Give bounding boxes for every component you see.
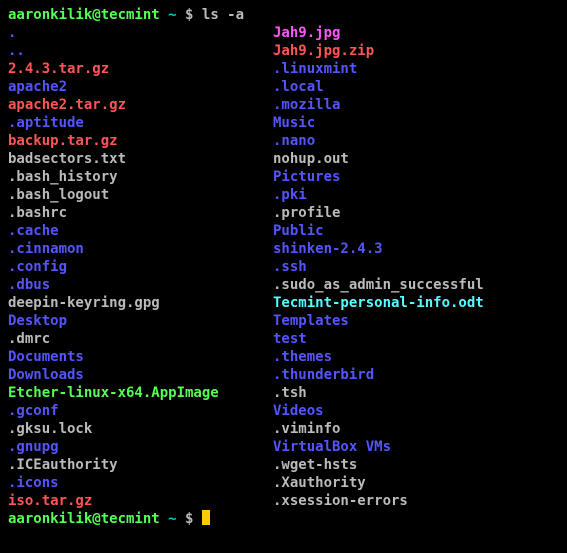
file-entry: .xsession-errors: [273, 492, 408, 510]
file-entry: .viminfo: [273, 420, 340, 438]
file-entry: Templates: [273, 312, 349, 330]
file-entry: test: [273, 330, 307, 348]
ls-row: .bash_logout.pki: [8, 186, 559, 204]
file-entry: Tecmint-personal-info.odt: [273, 294, 484, 312]
file-entry: .profile: [273, 204, 340, 222]
file-entry: Desktop: [8, 312, 273, 330]
ls-row: apache2.local: [8, 78, 559, 96]
ls-row: .gksu.lock.viminfo: [8, 420, 559, 438]
file-entry: .tsh: [273, 384, 307, 402]
file-entry: Pictures: [273, 168, 340, 186]
file-entry: .bashrc: [8, 204, 273, 222]
ls-row: .dbus.sudo_as_admin_successful: [8, 276, 559, 294]
file-entry: .gnupg: [8, 438, 273, 456]
file-entry: .: [8, 24, 273, 42]
terminal[interactable]: aaronkilik@tecmint ~ $ ls -a .Jah9.jpg..…: [0, 0, 567, 534]
command-text: ls -a: [202, 6, 244, 24]
file-entry: Public: [273, 222, 324, 240]
prompt-dollar: $: [177, 510, 202, 528]
file-entry: Music: [273, 114, 315, 132]
file-entry: apache2: [8, 78, 273, 96]
file-entry: Jah9.jpg.zip: [273, 42, 374, 60]
ls-row: .bashrc.profile: [8, 204, 559, 222]
file-entry: ..: [8, 42, 273, 60]
file-entry: .themes: [273, 348, 332, 366]
ls-row: .gconfVideos: [8, 402, 559, 420]
ls-row: iso.tar.gz.xsession-errors: [8, 492, 559, 510]
ls-row: DesktopTemplates: [8, 312, 559, 330]
ls-row: Downloads.thunderbird: [8, 366, 559, 384]
ls-row: .icons.Xauthority: [8, 474, 559, 492]
file-entry: .sudo_as_admin_successful: [273, 276, 484, 294]
file-entry: .ICEauthority: [8, 456, 273, 474]
file-entry: .mozilla: [273, 96, 340, 114]
file-entry: .aptitude: [8, 114, 273, 132]
file-entry: Videos: [273, 402, 324, 420]
ls-output: .Jah9.jpg..Jah9.jpg.zip2.4.3.tar.gz.linu…: [8, 24, 559, 510]
file-entry: .icons: [8, 474, 273, 492]
ls-row: Etcher-linux-x64.AppImage.tsh: [8, 384, 559, 402]
file-entry: badsectors.txt: [8, 150, 273, 168]
file-entry: iso.tar.gz: [8, 492, 273, 510]
file-entry: .nano: [273, 132, 315, 150]
cursor[interactable]: [202, 510, 210, 525]
ls-row: .Jah9.jpg: [8, 24, 559, 42]
file-entry: .linuxmint: [273, 60, 357, 78]
prompt-space: [160, 6, 168, 24]
file-entry: Documents: [8, 348, 273, 366]
ls-row: .aptitudeMusic: [8, 114, 559, 132]
file-entry: 2.4.3.tar.gz: [8, 60, 273, 78]
file-entry: .local: [273, 78, 324, 96]
prompt-cwd: ~: [168, 510, 176, 528]
file-entry: nohup.out: [273, 150, 349, 168]
prompt-space: [160, 510, 168, 528]
prompt-cwd: ~: [168, 6, 176, 24]
file-entry: .cache: [8, 222, 273, 240]
ls-row: .cachePublic: [8, 222, 559, 240]
prompt-line-1: aaronkilik@tecmint ~ $ ls -a: [8, 6, 559, 24]
file-entry: Jah9.jpg: [273, 24, 340, 42]
file-entry: apache2.tar.gz: [8, 96, 273, 114]
file-entry: .gconf: [8, 402, 273, 420]
file-entry: shinken-2.4.3: [273, 240, 383, 258]
ls-row: .bash_historyPictures: [8, 168, 559, 186]
file-entry: .pki: [273, 186, 307, 204]
ls-row: Documents.themes: [8, 348, 559, 366]
file-entry: .cinnamon: [8, 240, 273, 258]
ls-row: badsectors.txtnohup.out: [8, 150, 559, 168]
prompt-line-2: aaronkilik@tecmint ~ $: [8, 510, 559, 528]
file-entry: .dbus: [8, 276, 273, 294]
ls-row: apache2.tar.gz.mozilla: [8, 96, 559, 114]
prompt-user: aaronkilik@tecmint: [8, 510, 160, 528]
file-entry: .thunderbird: [273, 366, 374, 384]
file-entry: .config: [8, 258, 273, 276]
file-entry: Downloads: [8, 366, 273, 384]
file-entry: .Xauthority: [273, 474, 366, 492]
ls-row: .gnupgVirtualBox VMs: [8, 438, 559, 456]
file-entry: Etcher-linux-x64.AppImage: [8, 384, 273, 402]
file-entry: backup.tar.gz: [8, 132, 273, 150]
file-entry: .gksu.lock: [8, 420, 273, 438]
file-entry: .bash_history: [8, 168, 273, 186]
file-entry: .bash_logout: [8, 186, 273, 204]
file-entry: deepin-keyring.gpg: [8, 294, 273, 312]
ls-row: deepin-keyring.gpgTecmint-personal-info.…: [8, 294, 559, 312]
ls-row: .config.ssh: [8, 258, 559, 276]
ls-row: .cinnamonshinken-2.4.3: [8, 240, 559, 258]
file-entry: .ssh: [273, 258, 307, 276]
file-entry: .wget-hsts: [273, 456, 357, 474]
prompt-user: aaronkilik@tecmint: [8, 6, 160, 24]
ls-row: .ICEauthority.wget-hsts: [8, 456, 559, 474]
ls-row: ..Jah9.jpg.zip: [8, 42, 559, 60]
ls-row: 2.4.3.tar.gz.linuxmint: [8, 60, 559, 78]
ls-row: .dmrctest: [8, 330, 559, 348]
file-entry: VirtualBox VMs: [273, 438, 391, 456]
prompt-dollar: $: [177, 6, 202, 24]
ls-row: backup.tar.gz.nano: [8, 132, 559, 150]
file-entry: .dmrc: [8, 330, 273, 348]
